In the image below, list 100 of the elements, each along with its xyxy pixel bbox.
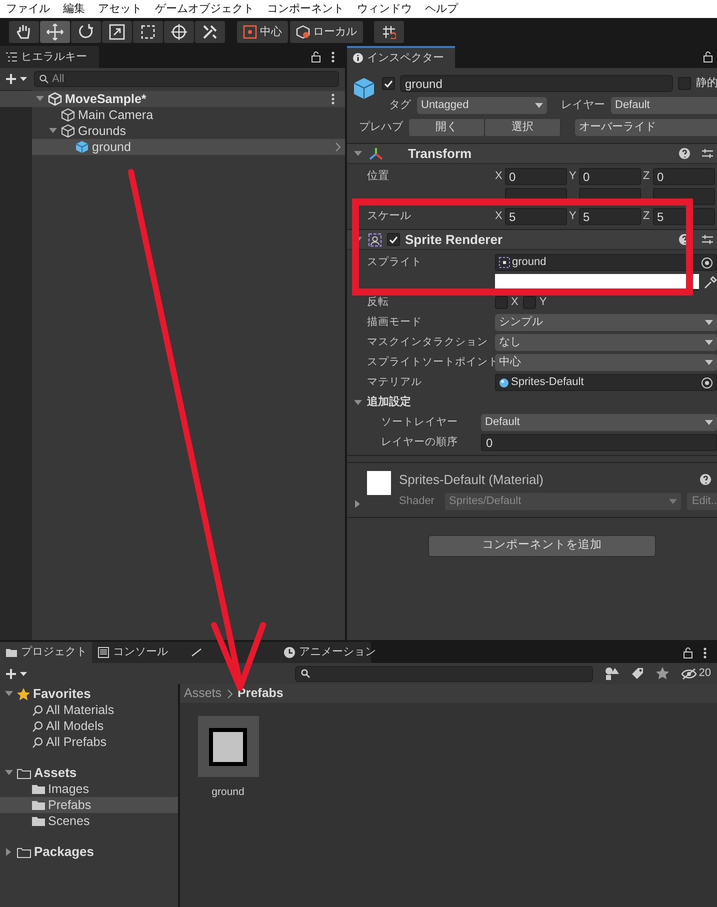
hidden-eye-icon: [680, 668, 697, 680]
name-field[interactable]: ground: [400, 75, 673, 92]
panel-tab[interactable]: インスペクター: [347, 46, 455, 68]
cube-icon: [296, 25, 310, 39]
field-label: 描画モード: [367, 314, 423, 330]
tree-item[interactable]: Favorites: [0, 686, 178, 702]
help-icon: [679, 148, 690, 159]
number-field[interactable]: 0: [505, 168, 567, 185]
menu-item[interactable]: ヘルプ: [425, 0, 458, 18]
prefab-button[interactable]: 開く: [409, 119, 485, 136]
asset-label[interactable]: ground: [212, 785, 244, 801]
panel-tab[interactable]: ヒエラルキー: [0, 46, 99, 68]
more-icon: [331, 93, 335, 105]
add-component-button[interactable]: コンポーネントを追加: [428, 535, 656, 557]
number-field[interactable]: 5: [505, 208, 567, 225]
object-field[interactable]: Sprites-Default: [495, 374, 717, 391]
tool-button[interactable]: [71, 21, 101, 43]
menu-item[interactable]: アセット: [98, 0, 142, 18]
layer-dropdown[interactable]: Default: [611, 97, 717, 114]
overrides-dropdown[interactable]: オーバーライド: [575, 119, 717, 136]
breadcrumb-link[interactable]: Assets: [184, 684, 222, 703]
hierarchy-item[interactable]: MoveSample*: [0, 91, 345, 107]
dropdown-caret-icon: [535, 103, 543, 108]
panel-tab[interactable]: プロジェクト: [0, 642, 92, 663]
clock-icon: [284, 647, 295, 658]
folder-icon: [17, 846, 31, 858]
dropdown-caret-icon: [705, 360, 713, 365]
more-icon: [331, 51, 335, 63]
sprite-renderer-icon: [368, 232, 382, 246]
scale-icon: [108, 23, 126, 41]
menu-item[interactable]: 編集: [63, 0, 85, 18]
grid-snap-icon: [382, 25, 396, 39]
dropdown[interactable]: 中心: [495, 354, 717, 371]
menu-item[interactable]: ウィンドウ: [357, 0, 412, 18]
move-icon: [46, 23, 64, 41]
number-field[interactable]: 0: [481, 434, 717, 451]
space-button[interactable]: ローカル: [290, 21, 363, 43]
square-icon: [209, 728, 247, 766]
enabled-checkbox[interactable]: [387, 233, 400, 246]
search-icon: [32, 720, 43, 732]
folder-icon: [32, 816, 45, 826]
menu-item[interactable]: ファイル: [6, 0, 50, 18]
tree-item[interactable]: Images: [0, 781, 178, 797]
hierarchy-item[interactable]: ground: [32, 139, 345, 155]
tree-item[interactable]: All Materials: [0, 702, 178, 718]
tool-button[interactable]: [102, 21, 132, 43]
search-icon: [300, 669, 310, 678]
menu-item[interactable]: コンポーネント: [267, 0, 344, 18]
breadcrumb-link[interactable]: Prefabs: [238, 684, 284, 703]
number-field[interactable]: 5: [579, 208, 641, 225]
tag-icon: [630, 667, 644, 680]
tree-item[interactable]: All Models: [0, 718, 178, 734]
search-field[interactable]: [294, 666, 593, 682]
tool-button[interactable]: [195, 21, 225, 43]
tree-item[interactable]: Packages: [0, 844, 178, 860]
number-field[interactable]: 0: [653, 168, 715, 185]
dropdown[interactable]: Default: [481, 414, 717, 431]
tag-dropdown[interactable]: Untagged: [417, 97, 547, 114]
tree-item[interactable]: Prefabs: [0, 797, 178, 813]
hierarchy-item[interactable]: Main Camera: [32, 107, 345, 123]
dropdown[interactable]: シンプル: [495, 314, 717, 331]
hierarchy-item[interactable]: Grounds: [32, 123, 345, 139]
object-field[interactable]: ground: [495, 254, 717, 271]
tool-button[interactable]: [133, 21, 163, 43]
prefab-button[interactable]: 選択: [485, 119, 561, 136]
checkbox[interactable]: [495, 296, 508, 309]
field-label: ソートレイヤー: [380, 414, 459, 430]
active-checkbox[interactable]: [382, 77, 395, 90]
tool-button[interactable]: [40, 21, 70, 43]
axes-icon: [368, 146, 384, 160]
pivot-button[interactable]: 中心: [237, 21, 288, 43]
axis-label: Y: [569, 169, 577, 184]
asset-thumbnail[interactable]: [198, 716, 258, 777]
dropdown-caret-icon: [705, 340, 713, 345]
component-title[interactable]: Transform: [408, 144, 472, 164]
sphere-icon: [499, 378, 509, 388]
search-field[interactable]: All: [34, 71, 339, 87]
panel-tab[interactable]: コンソール: [92, 642, 185, 663]
star-icon: [656, 667, 669, 680]
rectangle-icon: [139, 23, 157, 41]
static-dropdown[interactable]: 静的: [696, 75, 717, 92]
number-field[interactable]: 0: [579, 168, 641, 185]
tool-button[interactable]: [9, 21, 39, 43]
checkbox[interactable]: [523, 296, 536, 309]
search-icon: [32, 736, 43, 748]
list-icon: [6, 52, 17, 62]
folder-icon: [32, 800, 45, 810]
tree-item[interactable]: Assets: [0, 765, 178, 781]
tree-item[interactable]: Scenes: [0, 813, 178, 829]
more-icon: [703, 646, 707, 658]
dropdown[interactable]: なし: [495, 334, 717, 351]
tree-item[interactable]: All Prefabs: [0, 734, 178, 750]
tool-button[interactable]: [164, 21, 194, 43]
grid-snap-button[interactable]: [374, 21, 404, 43]
field-label: マスクインタラクション: [367, 334, 489, 350]
menu-item[interactable]: ゲームオブジェクト: [155, 0, 254, 18]
field-label: Shader: [399, 494, 436, 510]
section-title[interactable]: 追加設定: [367, 394, 411, 411]
static-checkbox[interactable]: [678, 77, 691, 90]
hidden-count: 20: [698, 666, 711, 682]
